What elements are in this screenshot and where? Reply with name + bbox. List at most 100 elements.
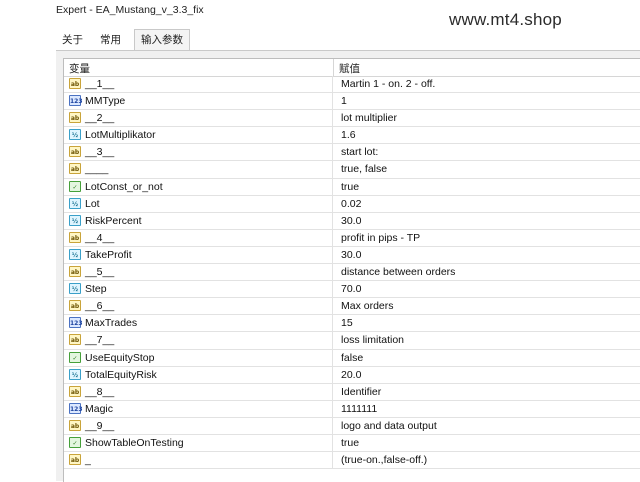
table-row[interactable]: ab ____ true, false xyxy=(64,161,640,179)
table-row[interactable]: ab __8__ Identifier xyxy=(64,383,640,401)
double-param-icon: ½ xyxy=(69,129,81,141)
value-cell[interactable]: true xyxy=(341,437,359,449)
variable-cell[interactable]: ✓ LotConst_or_not xyxy=(64,178,333,195)
table-row[interactable]: ab _ (true-on.,false-off.) xyxy=(64,452,640,470)
variable-name: __6__ xyxy=(85,300,115,313)
value-cell[interactable]: 1111111 xyxy=(341,403,377,415)
variable-cell[interactable]: ½ TotalEquityRisk xyxy=(64,366,333,383)
variable-cell[interactable]: 123 MaxTrades xyxy=(64,315,333,332)
variable-name: MMType xyxy=(85,95,126,108)
variable-cell[interactable]: ab __7__ xyxy=(64,332,333,349)
variable-name: __5__ xyxy=(85,266,115,279)
table-row[interactable]: ab __1__ Martin 1 - on. 2 - off. xyxy=(64,76,640,94)
variable-cell[interactable]: ab __8__ xyxy=(64,383,333,400)
variable-cell[interactable]: ab __9__ xyxy=(64,417,333,434)
table-row[interactable]: ½ Lot 0.02 xyxy=(64,195,640,213)
variable-cell[interactable]: 123 Magic xyxy=(64,400,333,417)
variable-cell[interactable]: ½ LotMultiplikator xyxy=(64,127,333,144)
variable-cell[interactable]: ab ____ xyxy=(64,161,333,178)
table-row[interactable]: ab __3__ start lot: xyxy=(64,144,640,162)
variable-cell[interactable]: ab _ xyxy=(64,452,333,469)
value-cell[interactable]: 30.0 xyxy=(341,215,361,227)
integer-param-icon: 123 xyxy=(69,402,83,414)
table-row[interactable]: ½ RiskPercent 30.0 xyxy=(64,212,640,230)
variable-cell[interactable]: ab __4__ xyxy=(64,229,333,246)
column-divider[interactable] xyxy=(333,59,334,76)
integer-param-icon: 123 xyxy=(69,95,83,107)
value-cell[interactable]: distance between orders xyxy=(341,266,455,278)
value-cell[interactable]: 20.0 xyxy=(341,369,361,381)
string-param-icon: ab xyxy=(69,231,81,243)
variable-cell[interactable]: ab __3__ xyxy=(64,144,333,161)
string-param-icon: ab xyxy=(69,146,81,158)
value-cell[interactable]: logo and data output xyxy=(341,420,437,432)
value-cell[interactable]: profit in pips - TP xyxy=(341,232,420,244)
table-row[interactable]: ab __9__ logo and data output xyxy=(64,417,640,435)
double-param-icon: ½ xyxy=(69,368,81,380)
string-param-icon: ab xyxy=(69,112,81,124)
value-cell[interactable]: lot multiplier xyxy=(341,112,397,124)
tab-inputs[interactable]: 输入参数 xyxy=(134,29,190,51)
double-param-icon: ½ xyxy=(69,283,81,295)
value-cell[interactable]: Identifier xyxy=(341,386,381,398)
variable-name: Step xyxy=(85,283,107,296)
parameters-table: 变量 赋值 ab __1__ Martin 1 - on. 2 - off. 123 M… xyxy=(63,58,640,482)
table-row[interactable]: ab __6__ Max orders xyxy=(64,298,640,316)
table-row[interactable]: ✓ LotConst_or_not true xyxy=(64,178,640,196)
variable-name: __4__ xyxy=(85,231,115,244)
table-row[interactable]: 123 Magic 1111111 xyxy=(64,400,640,418)
table-row[interactable]: 123 MaxTrades 15 xyxy=(64,315,640,333)
table-row[interactable]: ½ TakeProfit 30.0 xyxy=(64,246,640,265)
tab-about[interactable]: 关于 xyxy=(56,30,89,50)
value-cell[interactable]: 1 xyxy=(341,95,347,107)
variable-name: TotalEquityRisk xyxy=(85,368,157,381)
variable-cell[interactable]: ½ Step xyxy=(64,281,333,298)
value-cell[interactable]: (true-on.,false-off.) xyxy=(341,454,427,466)
variable-cell[interactable]: ½ Lot xyxy=(64,195,333,212)
variable-cell[interactable]: ✓ ShowTableOnTesting xyxy=(64,434,333,452)
table-row[interactable]: ½ Step 70.0 xyxy=(64,281,640,299)
variable-cell[interactable]: 123 MMType xyxy=(64,93,333,110)
variable-cell[interactable]: ab __6__ xyxy=(64,298,333,315)
variable-cell[interactable]: ½ TakeProfit xyxy=(64,246,333,264)
variable-cell[interactable]: ✓ UseEquityStop xyxy=(64,349,333,366)
table-row[interactable]: ½ LotMultiplikator 1.6 xyxy=(64,127,640,145)
table-row[interactable]: 123 MMType 1 xyxy=(64,93,640,111)
value-cell[interactable]: Martin 1 - on. 2 - off. xyxy=(341,78,435,90)
string-param-icon: ab xyxy=(69,334,81,346)
variable-cell[interactable]: ab __2__ xyxy=(64,110,333,127)
value-cell[interactable]: 0.02 xyxy=(341,198,361,210)
watermark-text: www.mt4.shop xyxy=(449,10,562,29)
value-cell[interactable]: 30.0 xyxy=(341,249,361,261)
variable-name: LotMultiplikator xyxy=(85,129,156,142)
variable-cell[interactable]: ½ RiskPercent xyxy=(64,212,333,229)
boolean-param-icon: ✓ xyxy=(69,351,81,363)
table-row[interactable]: ab __2__ lot multiplier xyxy=(64,110,640,128)
column-header-value[interactable]: 赋值 xyxy=(339,61,360,76)
table-row[interactable]: ab __7__ loss limitation xyxy=(64,332,640,350)
value-cell[interactable]: 1.6 xyxy=(341,129,356,141)
value-cell[interactable]: true, false xyxy=(341,163,387,175)
variable-cell[interactable]: ab __5__ xyxy=(64,264,333,281)
table-row[interactable]: ab __5__ distance between orders xyxy=(64,264,640,282)
table-row[interactable]: ✓ ShowTableOnTesting true xyxy=(64,434,640,453)
double-param-icon: ½ xyxy=(69,197,81,209)
value-cell[interactable]: Max orders xyxy=(341,300,394,312)
column-header-variable[interactable]: 变量 xyxy=(69,61,90,76)
string-param-icon: ab xyxy=(69,385,81,397)
variable-cell[interactable]: ab __1__ xyxy=(64,76,333,93)
variable-name: UseEquityStop xyxy=(85,351,155,364)
value-cell[interactable]: 15 xyxy=(341,317,353,329)
value-cell[interactable]: start lot: xyxy=(341,146,378,158)
value-cell[interactable]: loss limitation xyxy=(341,334,404,346)
inputs-panel: 变量 赋值 ab __1__ Martin 1 - on. 2 - off. 123 M… xyxy=(56,50,640,482)
variable-name: __1__ xyxy=(85,78,115,90)
table-body: ab __1__ Martin 1 - on. 2 - off. 123 MMType 1… xyxy=(64,76,640,470)
value-cell[interactable]: true xyxy=(341,181,359,193)
tab-common[interactable]: 常用 xyxy=(94,30,127,50)
table-row[interactable]: ½ TotalEquityRisk 20.0 xyxy=(64,366,640,384)
table-row[interactable]: ab __4__ profit in pips - TP xyxy=(64,229,640,247)
table-row[interactable]: ✓ UseEquityStop false xyxy=(64,349,640,367)
value-cell[interactable]: 70.0 xyxy=(341,283,361,295)
value-cell[interactable]: false xyxy=(341,352,363,364)
